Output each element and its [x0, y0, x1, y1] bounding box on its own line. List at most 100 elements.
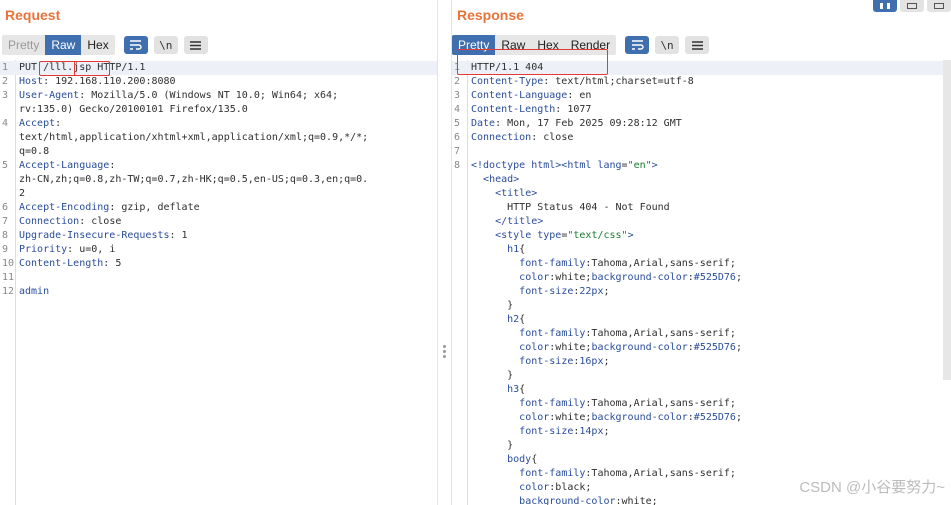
line-number: 6	[454, 132, 461, 143]
code-text: <!doctype html><html lang="en">	[471, 160, 658, 171]
code-text: h2{	[507, 314, 526, 325]
code-text: Upgrade-Insecure-Requests: 1	[19, 230, 188, 241]
code-text: h1{	[507, 244, 526, 255]
code-line: HTTP Status 404 - Not Found	[452, 201, 951, 215]
code-text: font-family:Tahoma,Arial,sans-serif;	[519, 328, 736, 339]
code-line: 5 Date: Mon, 17 Feb 2025 09:28:12 GMT	[452, 117, 951, 131]
code-text: Content-Type: text/html;charset=utf-8	[471, 76, 694, 87]
scrollbar[interactable]	[943, 60, 951, 380]
code-line: font-family:Tahoma,Arial,sans-serif;	[452, 327, 951, 341]
line-number: 8	[2, 230, 9, 241]
menu-icon[interactable]	[685, 36, 710, 54]
request-title: Request	[5, 7, 61, 23]
code-line: 4 Content-Length: 1077	[452, 103, 951, 117]
code-line: <head>	[452, 173, 951, 187]
code-line: h1{	[452, 243, 951, 257]
single-view-icon[interactable]	[927, 0, 951, 12]
drag-handle-icon[interactable]	[443, 345, 446, 360]
code-line: font-family:Tahoma,Arial,sans-serif;	[452, 257, 951, 271]
horizontal-view-icon[interactable]	[900, 0, 924, 12]
code-line: font-size:14px;	[452, 425, 951, 439]
tab-pretty[interactable]: Pretty	[2, 35, 45, 55]
newline-icon[interactable]: \n	[655, 36, 680, 54]
code-text: Connection: close	[471, 132, 574, 143]
line-number: 6	[2, 202, 9, 213]
newline-icon[interactable]: \n	[153, 36, 178, 54]
code-text: font-size:16px;	[519, 356, 610, 367]
line-number: 1	[2, 62, 9, 73]
highlight-box	[457, 49, 608, 75]
code-text: color:white;background-color:#525D76;	[519, 342, 742, 353]
line-number: 2	[2, 76, 9, 87]
menu-icon[interactable]	[183, 36, 208, 54]
layout-switcher	[870, 0, 951, 12]
code-line: 7 Connection: close	[0, 215, 437, 229]
code-line: 12 admin	[0, 285, 437, 299]
code-line: 2 Content-Type: text/html;charset=utf-8	[452, 75, 951, 89]
code-text: <title>	[495, 188, 538, 199]
code-line: font-size:16px;	[452, 355, 951, 369]
code-line: <style type="text/css">	[452, 229, 951, 243]
code-text: color:black;	[519, 482, 592, 493]
code-line: 10 Content-Length: 5	[0, 257, 437, 271]
request-toolbar: Pretty Raw Hex \n	[2, 35, 208, 55]
line-number: 12	[2, 286, 15, 297]
line-number: 5	[454, 118, 461, 129]
code-text: Host: 192.168.110.200:8080	[19, 76, 176, 87]
code-text: body{	[507, 454, 538, 465]
code-text: User-Agent: Mozilla/5.0 (Windows NT 10.0…	[19, 90, 339, 101]
code-line: color:white;background-color:#525D76;	[452, 341, 951, 355]
code-line: }	[452, 439, 951, 453]
tab-raw[interactable]: Raw	[45, 35, 82, 55]
code-line: <title>	[452, 187, 951, 201]
code-text: Accept-Language:	[19, 160, 116, 171]
code-line: 2 Host: 192.168.110.200:8080	[0, 75, 437, 89]
code-line: 5 Accept-Language:	[0, 159, 437, 173]
code-line: h3{	[452, 383, 951, 397]
line-number: 5	[2, 160, 9, 171]
code-line: font-size:22px;	[452, 285, 951, 299]
code-line: 11	[0, 271, 437, 285]
code-text: <style type="text/css">	[495, 230, 634, 241]
code-text: Accept-Encoding: gzip, deflate	[19, 202, 200, 213]
code-text: q=0.8	[19, 146, 50, 157]
code-line: 3 User-Agent: Mozilla/5.0 (Windows NT 10.…	[0, 89, 437, 103]
code-text: <head>	[483, 174, 520, 185]
code-line: 4 Accept:	[0, 117, 437, 131]
code-text: </title>	[495, 216, 544, 227]
code-text: HTTP Status 404 - Not Found	[471, 202, 670, 213]
wrap-icon[interactable]	[625, 36, 650, 54]
watermark: CSDN @小谷要努力~	[799, 479, 945, 496]
split-view-icon[interactable]	[873, 0, 897, 12]
pane-divider[interactable]	[437, 0, 452, 505]
code-text: Content-Language: en	[471, 90, 592, 101]
code-text: background-color:white;	[519, 496, 658, 505]
request-editor[interactable]: 1 PUT /lll.jsp HTTP/1.1 2 Host: 192.168.110…	[0, 60, 437, 505]
code-line: </title>	[452, 215, 951, 229]
code-text: h3{	[507, 384, 526, 395]
line-number: 3	[454, 90, 461, 101]
code-text: 2	[19, 188, 26, 199]
code-text: Accept:	[19, 118, 62, 129]
code-line: 8 <!doctype html><html lang="en">	[452, 159, 951, 173]
line-number: 4	[454, 104, 461, 115]
response-editor[interactable]: 1 HTTP/1.1 404 2 Content-Type: text/html;ch…	[452, 60, 951, 505]
code-text: Content-Length: 1077	[471, 104, 592, 115]
code-line: body{	[452, 453, 951, 467]
code-line: color:white;background-color:#525D76;	[452, 411, 951, 425]
line-number: 2	[454, 76, 461, 87]
response-title: Response	[457, 7, 524, 23]
code-line: 6 Accept-Encoding: gzip, deflate	[0, 201, 437, 215]
line-number: 10	[2, 258, 15, 269]
code-text: }	[471, 300, 514, 311]
code-text: color:white;background-color:#525D76;	[519, 272, 742, 283]
code-text: }	[471, 440, 514, 451]
wrap-icon[interactable]	[123, 36, 148, 54]
response-pane: Response Pretty Raw Hex Render \n 1 HTTP/…	[452, 0, 951, 505]
code-line: font-family:Tahoma,Arial,sans-serif;	[452, 397, 951, 411]
code-line: }	[452, 369, 951, 383]
tab-hex[interactable]: Hex	[81, 35, 114, 55]
code-line: 8 Upgrade-Insecure-Requests: 1	[0, 229, 437, 243]
request-view-tabs: Pretty Raw Hex	[2, 35, 115, 55]
code-text: Connection: close	[19, 216, 122, 227]
